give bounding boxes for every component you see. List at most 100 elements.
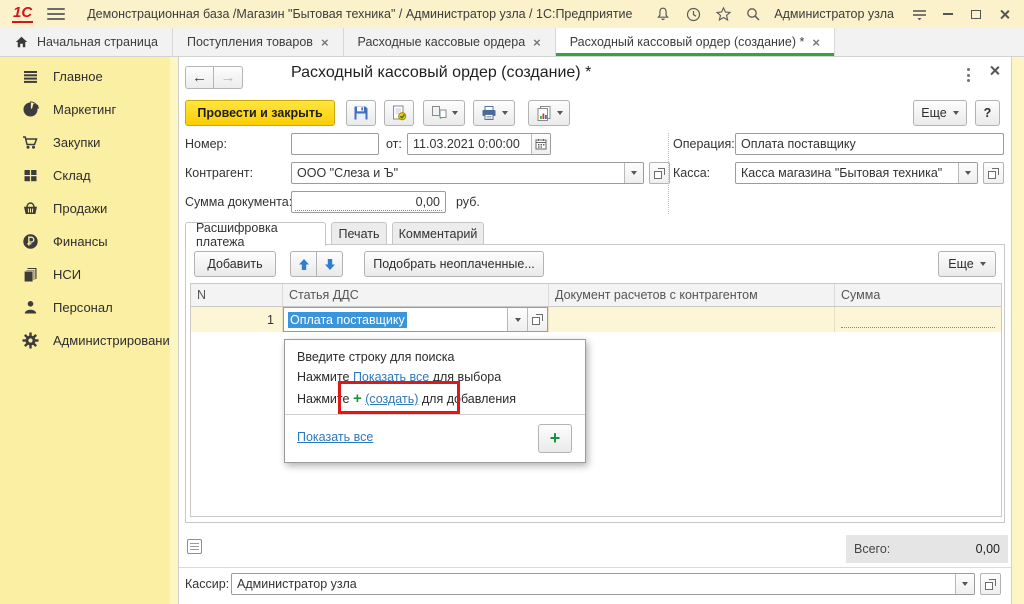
open-form-icon	[987, 167, 1000, 180]
sidebar-item-finance[interactable]: Финансы	[0, 225, 170, 258]
calendar-picker-button[interactable]	[531, 134, 550, 154]
calendar-icon	[535, 138, 547, 150]
sidebar-item-personnel[interactable]: Персонал	[0, 291, 170, 324]
form-menu-kebab-icon[interactable]	[961, 67, 975, 83]
dds-article-editor[interactable]: Оплата поставщику	[283, 307, 548, 332]
table-row[interactable]: 1 Оплата поставщику	[191, 307, 1001, 332]
current-user-label[interactable]: Администратор узла	[774, 7, 894, 21]
plus-icon: +	[550, 428, 561, 449]
amount-input[interactable]: 0,00	[291, 191, 446, 213]
kassa-open-button[interactable]	[983, 162, 1004, 184]
sidebar-item-purchases[interactable]: Закупки	[0, 126, 170, 159]
kassa-input[interactable]: Касса магазина "Бытовая техника"	[735, 162, 978, 184]
tab-cash-orders-list[interactable]: Расходные кассовые ордера ×	[344, 28, 556, 56]
sidebar-item-label: Персонал	[53, 300, 113, 315]
contragent-label: Контрагент:	[185, 166, 253, 180]
tab-home[interactable]: Начальная страница	[0, 28, 173, 56]
cashier-input[interactable]: Администратор узла	[231, 573, 975, 595]
cash-order-form: ← → Расходный кассовый ордер (создание) …	[178, 57, 1012, 604]
arrow-up-icon	[298, 258, 310, 271]
tab-comment[interactable]: Комментарий	[392, 222, 484, 245]
contragent-open-button[interactable]	[649, 162, 670, 184]
post-and-close-button[interactable]: Провести и закрыть	[185, 100, 335, 126]
printer-icon	[481, 105, 497, 121]
app-window: 1С Демонстрационная база /Магазин "Бытов…	[0, 0, 1024, 604]
nav-back-button[interactable]: ←	[185, 66, 214, 89]
pick-unpaid-button[interactable]: Подобрать неоплаченные...	[364, 251, 544, 277]
favorites-star-icon[interactable]	[708, 3, 738, 25]
sidebar-item-marketing[interactable]: Маркетинг	[0, 93, 170, 126]
total-box: Всего: 0,00	[846, 535, 1008, 563]
tab-close-icon[interactable]: ×	[812, 36, 820, 49]
cashier-value[interactable]: Администратор узла	[232, 574, 955, 594]
nav-forward-button[interactable]: →	[214, 66, 243, 89]
number-input[interactable]	[291, 133, 379, 155]
comment-toggle-icon[interactable]	[187, 539, 202, 554]
cell-dds-article[interactable]: Оплата поставщику	[283, 307, 549, 332]
print-button[interactable]	[473, 100, 515, 126]
maximize-button[interactable]	[962, 3, 990, 25]
contragent-dropdown-button[interactable]	[624, 163, 643, 183]
close-window-button[interactable]	[990, 3, 1018, 25]
reports-button[interactable]	[528, 100, 570, 126]
tab-close-icon[interactable]: ×	[533, 36, 541, 49]
create-based-on-button[interactable]	[423, 100, 465, 126]
cell-sum[interactable]	[835, 307, 1001, 332]
save-button[interactable]	[346, 100, 376, 126]
main-menu-icon[interactable]	[47, 8, 65, 20]
sidebar-item-nsi[interactable]: НСИ	[0, 258, 170, 291]
date-input[interactable]: 11.03.2021 0:00:00	[407, 133, 551, 155]
cashier-open-button[interactable]	[980, 573, 1001, 595]
tab-print[interactable]: Печать	[331, 222, 387, 245]
contragent-input[interactable]: ООО "Слеза и Ъ"	[291, 162, 644, 184]
home-icon	[14, 35, 29, 49]
move-row-down-button[interactable]	[316, 251, 343, 277]
move-row-up-button[interactable]	[290, 251, 317, 277]
tab-cash-order-create[interactable]: Расходный кассовый ордер (создание) * ×	[556, 28, 835, 56]
right-gutter	[1012, 57, 1024, 604]
minimize-button[interactable]	[934, 3, 962, 25]
history-icon[interactable]	[678, 3, 708, 25]
show-all-link[interactable]: Показать все	[297, 430, 373, 444]
kassa-value[interactable]: Касса магазина "Бытовая техника"	[736, 163, 958, 183]
cell-settlement-doc[interactable]	[549, 307, 835, 332]
tab-payment-details[interactable]: Расшифровка платежа	[185, 222, 326, 246]
books-icon	[22, 266, 39, 283]
form-close-icon[interactable]	[989, 65, 1000, 76]
tab-label: Поступления товаров	[187, 35, 313, 49]
cell-row-number[interactable]: 1	[191, 307, 283, 332]
user-settings-menu-icon[interactable]	[904, 3, 934, 25]
total-label: Всего:	[854, 542, 890, 556]
table-more-button[interactable]: Еще	[938, 251, 996, 277]
tab-goods-receipts[interactable]: Поступления товаров ×	[173, 28, 344, 56]
currency-label: руб.	[456, 195, 480, 209]
date-value[interactable]: 11.03.2021 0:00:00	[408, 134, 531, 154]
sidebar-item-administration[interactable]: Администрирование	[0, 324, 170, 357]
add-row-button[interactable]: Добавить	[194, 251, 276, 277]
sidebar-item-sales[interactable]: Продажи	[0, 192, 170, 225]
warehouse-icon	[22, 167, 39, 184]
ruble-icon	[22, 233, 39, 250]
dds-dropdown-button[interactable]	[507, 308, 527, 331]
sidebar-item-main[interactable]: Главное	[0, 60, 170, 93]
operation-input[interactable]: Оплата поставщику	[735, 133, 1004, 155]
open-windows-tabbar: Начальная страница Поступления товаров ×…	[0, 28, 1024, 57]
dds-article-selected-text[interactable]: Оплата поставщику	[288, 312, 407, 328]
window-titlebar: 1С Демонстрационная база /Магазин "Бытов…	[0, 0, 1024, 28]
sidebar-item-warehouse[interactable]: Склад	[0, 159, 170, 192]
notifications-bell-icon[interactable]	[648, 3, 678, 25]
search-icon[interactable]	[738, 3, 768, 25]
tab-close-icon[interactable]: ×	[321, 36, 329, 49]
help-button[interactable]: ?	[975, 100, 1000, 126]
post-document-button[interactable]	[384, 100, 414, 126]
form-more-button[interactable]: Еще	[913, 100, 967, 126]
dds-open-button[interactable]	[527, 308, 547, 331]
create-new-button[interactable]: +	[538, 424, 572, 453]
column-header-n[interactable]: N	[191, 284, 283, 306]
column-header-settlement-doc[interactable]: Документ расчетов с контрагентом	[549, 284, 835, 306]
kassa-dropdown-button[interactable]	[958, 163, 977, 183]
cashier-dropdown-button[interactable]	[955, 574, 974, 594]
contragent-value[interactable]: ООО "Слеза и Ъ"	[292, 163, 624, 183]
column-header-dds[interactable]: Статья ДДС	[283, 284, 549, 306]
column-header-sum[interactable]: Сумма	[835, 284, 1001, 306]
